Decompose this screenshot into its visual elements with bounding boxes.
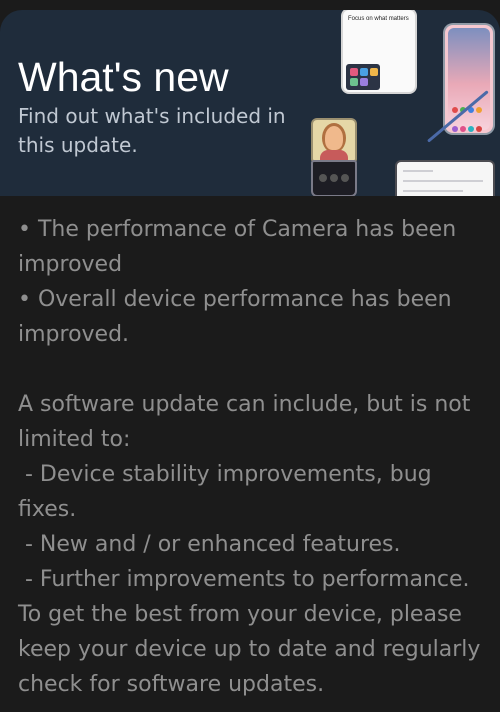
update-notes: • The performance of Camera has been imp…: [18, 212, 488, 702]
page-title: What's new: [18, 54, 229, 100]
note-closing: To get the best from your device, please…: [18, 602, 488, 697]
phone-illustration: Focus on what matters: [343, 10, 415, 92]
whats-new-banner: What's new Find out what's included in t…: [0, 10, 500, 196]
note-intro: A software update can include, but is no…: [18, 392, 478, 452]
tablet-illustration: [397, 162, 493, 196]
phone-lockscreen-illustration: [445, 25, 493, 133]
foldable-phone-illustration: [313, 120, 355, 195]
page-subtitle: Find out what's included in this update.: [18, 104, 286, 157]
note-item: - Device stability improvements, bug fix…: [18, 462, 439, 522]
phone-app-grid: [346, 64, 380, 90]
note-item: - New and / or enhanced features.: [18, 532, 401, 557]
phone-screen-text: Focus on what matters: [348, 16, 409, 22]
note-bullet: • The performance of Camera has been imp…: [18, 217, 464, 277]
note-item: - Further improvements to performance.: [18, 567, 470, 592]
whats-new-screen: What's new Find out what's included in t…: [0, 0, 500, 712]
note-bullet: • Overall device performance has been im…: [18, 287, 459, 347]
